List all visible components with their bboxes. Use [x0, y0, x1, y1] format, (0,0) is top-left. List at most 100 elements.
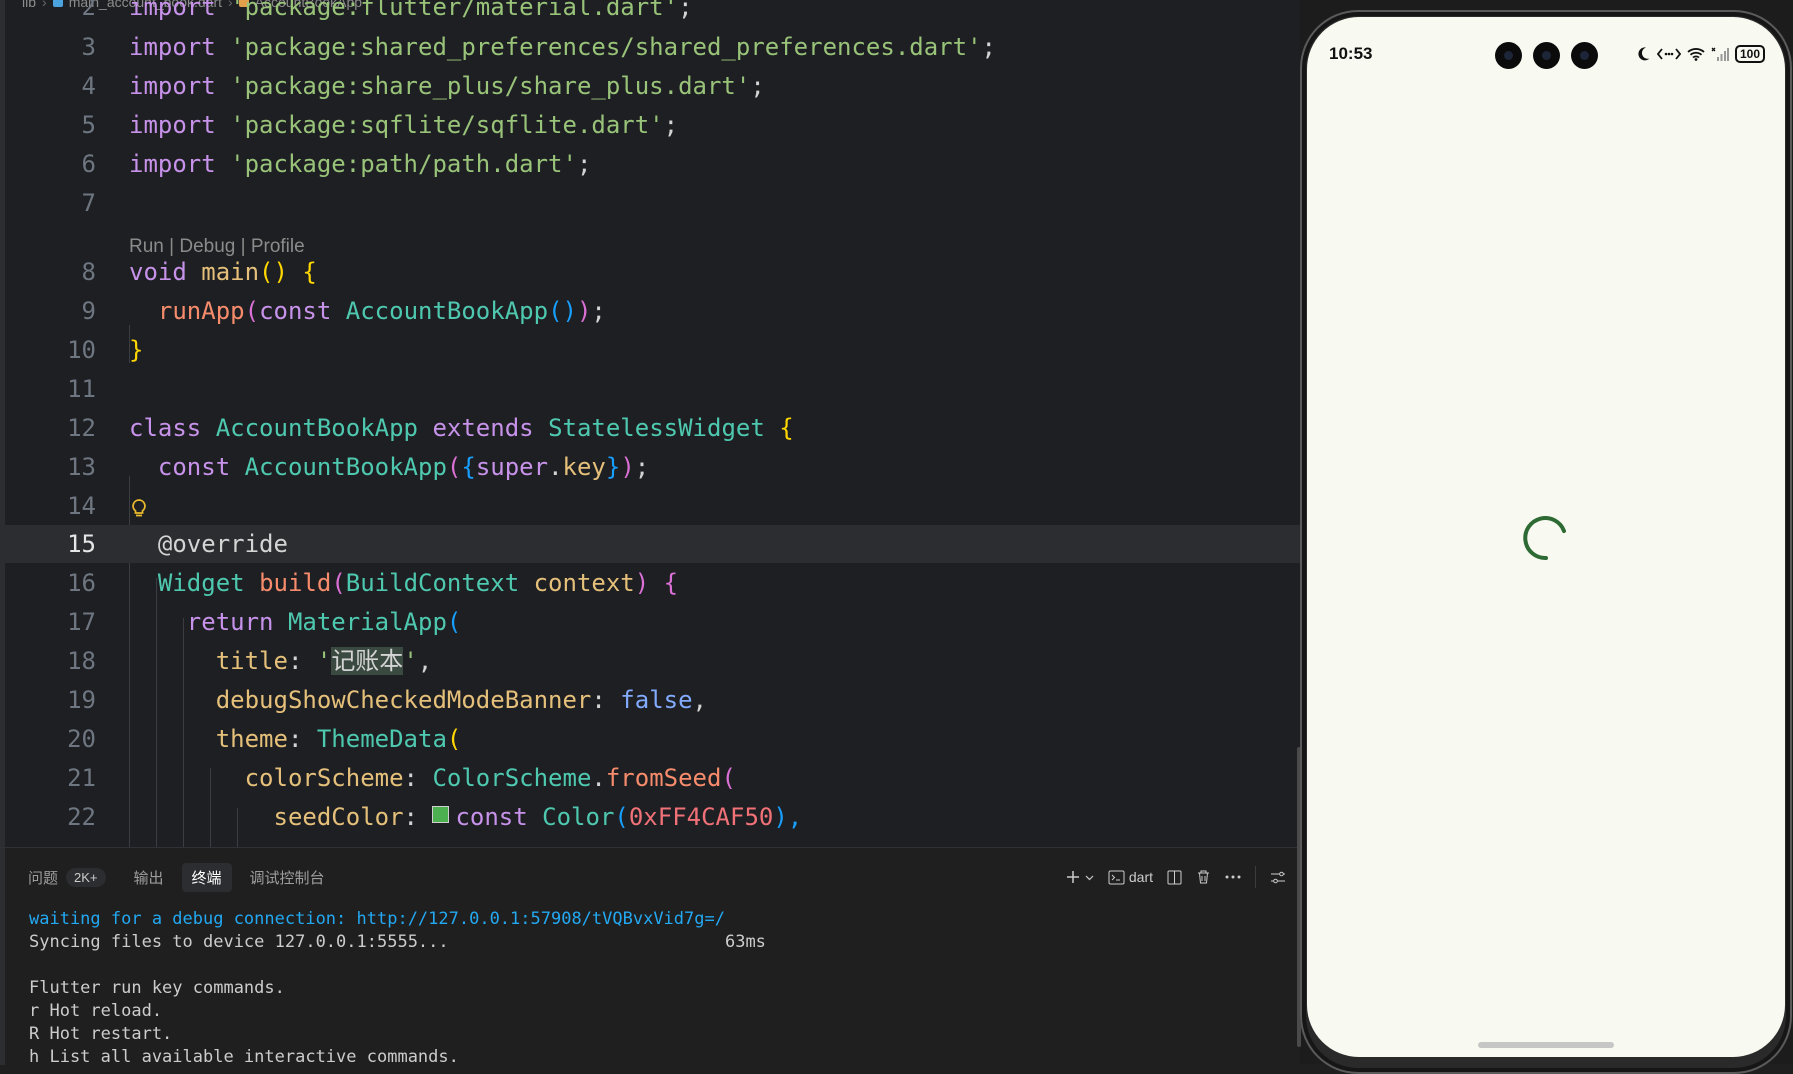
code-text[interactable]: import 'package:sqflite/sqflite.dart';: [129, 106, 678, 144]
code-line[interactable]: 5 import 'package:sqflite/sqflite.dart';: [0, 106, 1300, 144]
code-line[interactable]: 4 import 'package:share_plus/share_plus.d…: [0, 67, 1300, 105]
code-token: ;: [663, 111, 679, 139]
plus-icon: [1066, 871, 1079, 883]
lightbulb-icon[interactable]: [131, 498, 147, 520]
code-text[interactable]: class AccountBookApp extends StatelessWi…: [129, 409, 794, 447]
code-line[interactable]: 22 seedColor: const Color(0xFF4CAF50),: [0, 798, 1300, 836]
code-token: title: [215, 647, 288, 675]
code-text[interactable]: debugShowCheckedModeBanner: false,: [129, 681, 707, 719]
tab-debug-console[interactable]: 调试控制台: [240, 863, 335, 892]
code-text[interactable]: import 'package:share_plus/share_plus.da…: [129, 67, 765, 105]
toolbar-divider: [1255, 866, 1256, 888]
code-token: ;: [678, 0, 693, 21]
new-terminal-button[interactable]: [1065, 869, 1094, 885]
color-swatch[interactable]: [432, 806, 450, 823]
tab-problems[interactable]: 问题 2K+: [18, 863, 116, 892]
code-text[interactable]: const AccountBookApp({super.key});: [129, 448, 649, 486]
code-editor[interactable]: lib › main_account_book.dart › AccountBo…: [0, 0, 1300, 847]
split-terminal-icon[interactable]: [1167, 870, 1182, 885]
code-token: ': [316, 647, 332, 675]
code-line[interactable]: 11: [0, 370, 1300, 408]
code-text[interactable]: import 'package:path/path.dart';: [129, 145, 591, 183]
code-token: ': [403, 647, 418, 675]
tab-output[interactable]: 输出: [124, 863, 174, 892]
code-text[interactable]: colorScheme: ColorScheme.fromSeed(: [129, 759, 736, 797]
code-token: false: [620, 686, 693, 714]
code-token: .: [591, 764, 606, 792]
code-token: (: [331, 569, 346, 597]
code-text[interactable]: Widget build(BuildContext context) {: [129, 564, 678, 602]
code-line[interactable]: 13 const AccountBookApp({super.key});: [0, 448, 1300, 486]
code-line[interactable]: 16 Widget build(BuildContext context) {: [0, 564, 1300, 602]
code-token: 'package:flutter/material.dart': [215, 0, 679, 21]
line-number: 16: [67, 569, 96, 597]
code-line[interactable]: 19 debugShowCheckedModeBanner: false,: [0, 681, 1300, 719]
phone-screen[interactable]: 10:53 100: [1307, 17, 1785, 1057]
line-number: 17: [67, 608, 96, 636]
code-token: super: [475, 453, 549, 481]
code-text[interactable]: }: [129, 331, 143, 369]
code-text[interactable]: return MaterialApp(: [129, 603, 462, 641]
code-token: ): [576, 297, 592, 325]
line-number: 11: [67, 375, 96, 403]
code-token: import: [129, 33, 216, 61]
code-token: return: [186, 608, 274, 636]
home-indicator[interactable]: [1478, 1042, 1614, 1048]
trash-icon[interactable]: [1196, 869, 1211, 885]
code-line[interactable]: 6 import 'package:path/path.dart';: [0, 145, 1300, 183]
code-token: :: [591, 686, 621, 714]
code-line[interactable]: 3 import 'package:shared_preferences/shar…: [0, 28, 1300, 66]
code-text[interactable]: seedColor: const Color(0xFF4CAF50),: [129, 798, 803, 836]
more-actions-icon[interactable]: [1225, 875, 1241, 879]
terminal-line[interactable]: waiting for a debug connection: http://1…: [29, 908, 766, 931]
code-line[interactable]: 15 @override: [0, 525, 1300, 563]
codelens-run-debug-profile[interactable]: Run | Debug | Profile: [129, 236, 305, 258]
terminal-icon: [1108, 870, 1125, 884]
panel-tabs: 问题 2K+ 输出 终端 调试控制台: [18, 862, 335, 892]
code-token: (: [446, 608, 462, 636]
code-text[interactable]: runApp(const AccountBookApp());: [129, 292, 606, 330]
code-text[interactable]: title: '记账本',: [129, 642, 432, 680]
terminal-line: Syncing files to device 127.0.0.1:5555..…: [29, 932, 766, 952]
chevron-down-icon[interactable]: [1085, 873, 1094, 882]
code-token: context: [533, 569, 635, 597]
terminal-selector[interactable]: dart: [1108, 869, 1153, 885]
code-token: seedColor: [273, 803, 404, 831]
code-token: 0xFF4CAF50: [628, 803, 774, 831]
terminal-line: r Hot reload.: [29, 1001, 163, 1021]
code-line[interactable]: 14: [0, 487, 1300, 525]
tab-terminal[interactable]: 终端: [181, 862, 232, 892]
code-text[interactable]: import 'package:shared_preferences/share…: [129, 28, 996, 66]
code-line[interactable]: 8 void main() {: [0, 253, 1300, 291]
code-token: :: [403, 803, 433, 831]
code-token: :: [403, 764, 433, 792]
wifi-icon: [1687, 48, 1705, 61]
code-line[interactable]: 12 class AccountBookApp extends Stateless…: [0, 409, 1300, 447]
loading-spinner: [1523, 516, 1566, 561]
terminal-line: Flutter run key commands.: [29, 978, 285, 998]
code-line[interactable]: 17 return MaterialApp(: [0, 603, 1300, 641]
code-token: 'package:sqflite/sqflite.dart': [230, 111, 664, 139]
code-line[interactable]: 10}: [0, 331, 1300, 369]
code-token: .: [548, 453, 563, 481]
code-text[interactable]: theme: ThemeData(: [129, 720, 462, 758]
code-text[interactable]: void main() {: [129, 253, 317, 291]
code-token: Widget: [157, 569, 245, 597]
code-line[interactable]: 20 theme: ThemeData(: [0, 720, 1300, 758]
code-token: ColorScheme: [432, 764, 592, 792]
line-number: 8: [81, 258, 96, 286]
code-token: 'package:share_plus/share_plus.dart': [230, 72, 751, 100]
panel-settings-icon[interactable]: [1270, 870, 1286, 885]
code-line[interactable]: 21 colorScheme: ColorScheme.fromSeed(: [0, 759, 1300, 797]
code-line[interactable]: 7: [0, 184, 1300, 222]
code-line[interactable]: 2 import 'package:flutter/material.dart';: [0, 0, 1300, 26]
terminal-output[interactable]: waiting for a debug connection: http://1…: [29, 908, 766, 1065]
code-line[interactable]: 9 runApp(const AccountBookApp());: [0, 292, 1300, 330]
code-line[interactable]: 18 title: '记账本',: [0, 642, 1300, 680]
code-text[interactable]: @override: [129, 525, 288, 563]
code-text[interactable]: import 'package:flutter/material.dart';: [129, 0, 693, 26]
